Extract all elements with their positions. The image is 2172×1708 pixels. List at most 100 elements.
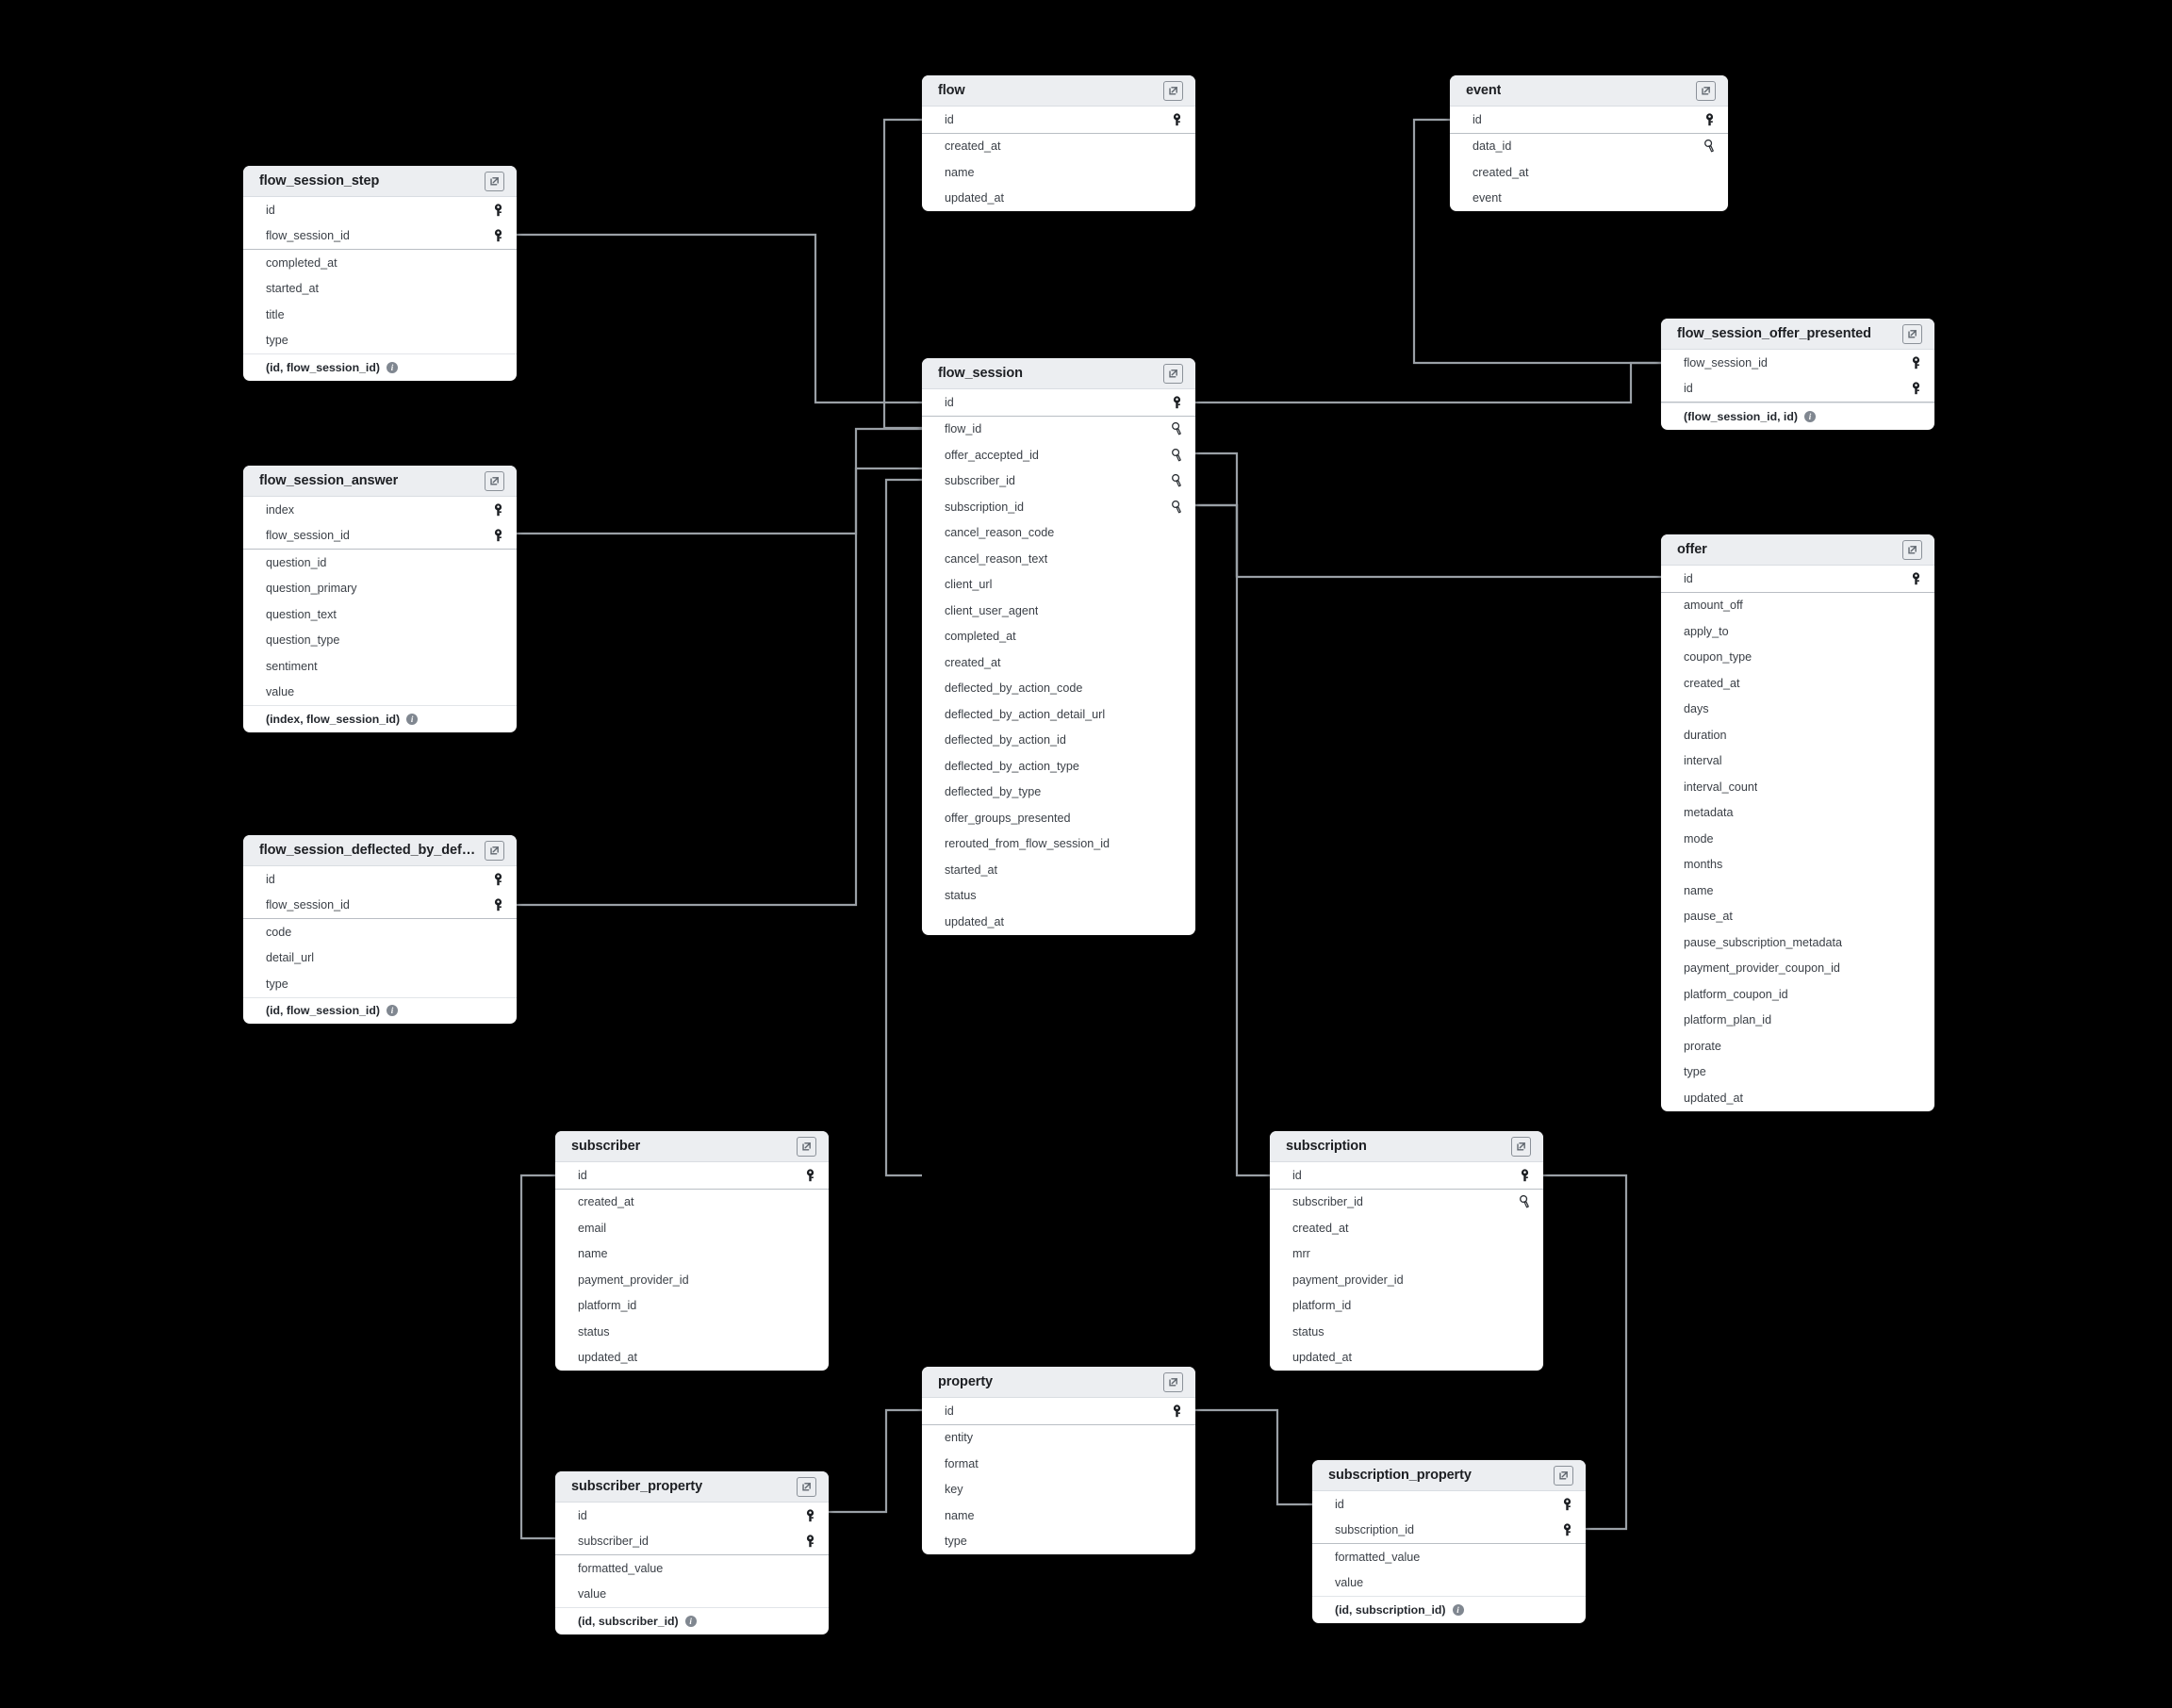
table-header[interactable]: subscription: [1270, 1131, 1543, 1162]
field-row[interactable]: client_url: [922, 572, 1195, 599]
field-row[interactable]: apply_to: [1661, 618, 1934, 645]
field-row[interactable]: flow_id: [922, 417, 1195, 443]
field-row[interactable]: question_id: [243, 550, 517, 576]
field-row[interactable]: created_at: [1450, 159, 1728, 186]
external-link-icon[interactable]: [797, 1136, 816, 1157]
field-row[interactable]: email: [555, 1215, 829, 1241]
field-row[interactable]: sentiment: [243, 653, 517, 680]
table-header[interactable]: event: [1450, 75, 1728, 107]
table-node[interactable]: flow_session_deflected_by_deflection...i…: [243, 835, 517, 1024]
composite-key-row[interactable]: (id, subscriber_id) i: [555, 1607, 829, 1634]
info-icon[interactable]: i: [406, 713, 419, 725]
field-row[interactable]: started_at: [922, 857, 1195, 883]
field-row[interactable]: id: [922, 1398, 1195, 1425]
field-row[interactable]: interval_count: [1661, 774, 1934, 800]
table-header[interactable]: flow_session_step: [243, 166, 517, 197]
field-row[interactable]: code: [243, 919, 517, 945]
field-row[interactable]: coupon_type: [1661, 645, 1934, 671]
field-row[interactable]: duration: [1661, 722, 1934, 748]
field-row[interactable]: id: [1270, 1162, 1543, 1190]
field-row[interactable]: id: [1312, 1491, 1586, 1518]
field-row[interactable]: deflected_by_action_code: [922, 676, 1195, 702]
field-row[interactable]: type: [243, 328, 517, 354]
table-header[interactable]: subscriber: [555, 1131, 829, 1162]
table-header[interactable]: offer: [1661, 534, 1934, 566]
info-icon[interactable]: i: [1452, 1603, 1464, 1616]
field-row[interactable]: deflected_by_action_id: [922, 728, 1195, 754]
field-row[interactable]: formatted_value: [555, 1555, 829, 1582]
field-row[interactable]: days: [1661, 697, 1934, 723]
field-row[interactable]: title: [243, 302, 517, 328]
field-row[interactable]: months: [1661, 852, 1934, 879]
composite-key-row[interactable]: (flow_session_id, id) i: [1661, 402, 1934, 430]
field-row[interactable]: updated_at: [555, 1345, 829, 1371]
field-row[interactable]: started_at: [243, 276, 517, 303]
external-link-icon[interactable]: [1554, 1465, 1573, 1486]
field-row[interactable]: payment_provider_id: [555, 1267, 829, 1293]
composite-key-row[interactable]: (id, flow_session_id) i: [243, 353, 517, 381]
field-row[interactable]: flow_session_id: [243, 523, 517, 550]
table-header[interactable]: flow_session_offer_presented: [1661, 319, 1934, 350]
field-row[interactable]: offer_groups_presented: [922, 805, 1195, 831]
field-row[interactable]: offer_accepted_id: [922, 442, 1195, 468]
field-row[interactable]: question_primary: [243, 576, 517, 602]
field-row[interactable]: platform_id: [555, 1293, 829, 1320]
field-row[interactable]: id: [1450, 107, 1728, 134]
field-row[interactable]: subscription_id: [922, 494, 1195, 520]
field-row[interactable]: payment_provider_coupon_id: [1661, 956, 1934, 982]
field-row[interactable]: formatted_value: [1312, 1544, 1586, 1570]
field-row[interactable]: id: [1661, 376, 1934, 402]
field-row[interactable]: subscriber_id: [1270, 1190, 1543, 1216]
field-row[interactable]: created_at: [1270, 1215, 1543, 1241]
field-row[interactable]: id: [555, 1162, 829, 1190]
field-row[interactable]: updated_at: [1270, 1345, 1543, 1371]
table-header[interactable]: subscriber_property: [555, 1471, 829, 1503]
field-row[interactable]: status: [1270, 1319, 1543, 1345]
field-row[interactable]: deflected_by_type: [922, 780, 1195, 806]
field-row[interactable]: format: [922, 1451, 1195, 1477]
field-row[interactable]: question_type: [243, 628, 517, 654]
field-row[interactable]: type: [922, 1529, 1195, 1555]
field-row[interactable]: completed_at: [243, 250, 517, 276]
field-row[interactable]: created_at: [555, 1190, 829, 1216]
field-row[interactable]: created_at: [922, 134, 1195, 160]
external-link-icon[interactable]: [1163, 80, 1183, 101]
erd-canvas[interactable]: flow_session_step id flow_session_id comple…: [0, 0, 2172, 1708]
field-row[interactable]: id: [922, 389, 1195, 417]
table-node[interactable]: flow_session_answer index flow_session_id q…: [243, 466, 517, 732]
table-header[interactable]: flow_session_deflected_by_deflection...: [243, 835, 517, 866]
external-link-icon[interactable]: [1902, 323, 1922, 344]
external-link-icon[interactable]: [797, 1476, 816, 1497]
field-row[interactable]: mode: [1661, 826, 1934, 852]
external-link-icon[interactable]: [485, 470, 504, 491]
table-node[interactable]: offer id amount_off apply_to coupon_type crea…: [1661, 534, 1934, 1111]
field-row[interactable]: subscriber_id: [922, 468, 1195, 495]
info-icon[interactable]: i: [1803, 410, 1816, 422]
field-row[interactable]: value: [243, 680, 517, 706]
external-link-icon[interactable]: [1511, 1136, 1531, 1157]
field-row[interactable]: id: [243, 197, 517, 223]
field-row[interactable]: detail_url: [243, 945, 517, 972]
field-row[interactable]: client_user_agent: [922, 598, 1195, 624]
external-link-icon[interactable]: [1163, 363, 1183, 384]
field-row[interactable]: cancel_reason_code: [922, 520, 1195, 547]
field-row[interactable]: name: [922, 159, 1195, 186]
field-row[interactable]: updated_at: [1661, 1085, 1934, 1111]
field-row[interactable]: created_at: [1661, 670, 1934, 697]
info-icon[interactable]: i: [684, 1615, 697, 1627]
field-row[interactable]: pause_subscription_metadata: [1661, 929, 1934, 956]
table-header[interactable]: flow_session_answer: [243, 466, 517, 497]
table-node[interactable]: subscriber id created_at email name payment_p…: [555, 1131, 829, 1371]
field-row[interactable]: platform_coupon_id: [1661, 981, 1934, 1008]
field-row[interactable]: prorate: [1661, 1033, 1934, 1059]
field-row[interactable]: created_at: [922, 649, 1195, 676]
composite-key-row[interactable]: (id, subscription_id) i: [1312, 1596, 1586, 1623]
table-node[interactable]: flow_session_step id flow_session_id comple…: [243, 166, 517, 381]
table-node[interactable]: flow_session id flow_id offer_accepted_id su…: [922, 358, 1195, 935]
table-node[interactable]: subscription id subscriber_id created_at mrr…: [1270, 1131, 1543, 1371]
field-row[interactable]: key: [922, 1477, 1195, 1503]
external-link-icon[interactable]: [485, 171, 504, 191]
field-row[interactable]: payment_provider_id: [1270, 1267, 1543, 1293]
table-node[interactable]: subscription_property id subscription_id fo…: [1312, 1460, 1586, 1623]
field-row[interactable]: entity: [922, 1425, 1195, 1452]
